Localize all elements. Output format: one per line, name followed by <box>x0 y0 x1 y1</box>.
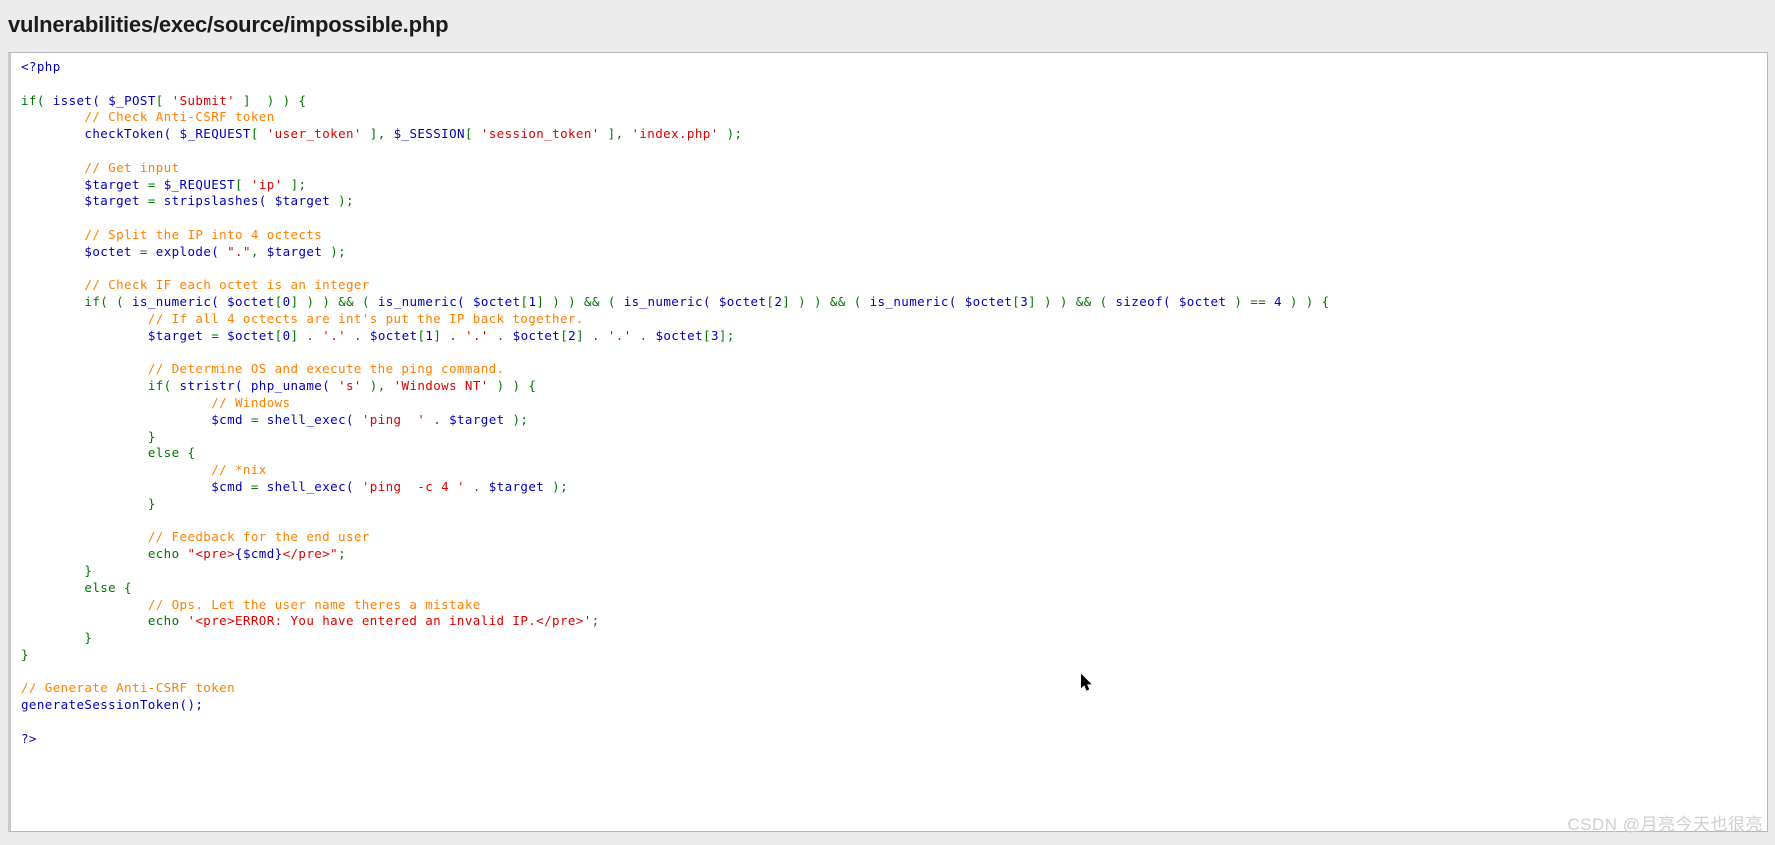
code-line: $octet = explode( ".", $target ); <box>21 244 1767 261</box>
code-line <box>21 664 1767 681</box>
code-line: // Split the IP into 4 octects <box>21 227 1767 244</box>
code-line: // If all 4 octects are int's put the IP… <box>21 311 1767 328</box>
code-line: } <box>21 630 1767 647</box>
code-line <box>21 714 1767 731</box>
code-line: if( stristr( php_uname( 's' ), 'Windows … <box>21 378 1767 395</box>
code-line: $cmd = shell_exec( 'ping -c 4 ' . $targe… <box>21 479 1767 496</box>
code-line: } <box>21 429 1767 446</box>
code-line: $cmd = shell_exec( 'ping ' . $target ); <box>21 412 1767 429</box>
page-title: vulnerabilities/exec/source/impossible.p… <box>0 0 1775 44</box>
code-line: // *nix <box>21 462 1767 479</box>
code-line: echo "<pre>{$cmd}</pre>"; <box>21 546 1767 563</box>
code-line: else { <box>21 580 1767 597</box>
code-line: } <box>21 496 1767 513</box>
source-code-panel: <?php if( isset( $_POST[ 'Submit' ] ) ) … <box>8 52 1768 832</box>
code-line: ?> <box>21 731 1767 748</box>
code-line: } <box>21 647 1767 664</box>
php-source-code: <?php if( isset( $_POST[ 'Submit' ] ) ) … <box>21 59 1767 748</box>
code-line: checkToken( $_REQUEST[ 'user_token' ], $… <box>21 126 1767 143</box>
code-line: // Generate Anti-CSRF token <box>21 680 1767 697</box>
code-line: generateSessionToken(); <box>21 697 1767 714</box>
code-line: // Determine OS and execute the ping com… <box>21 361 1767 378</box>
code-line: // Get input <box>21 160 1767 177</box>
code-line <box>21 210 1767 227</box>
code-line: // Windows <box>21 395 1767 412</box>
code-line: else { <box>21 445 1767 462</box>
code-line <box>21 143 1767 160</box>
code-line: <?php <box>21 59 1767 76</box>
code-line: // Ops. Let the user name theres a mista… <box>21 597 1767 614</box>
code-line <box>21 261 1767 278</box>
code-line: echo '<pre>ERROR: You have entered an in… <box>21 613 1767 630</box>
code-line: } <box>21 563 1767 580</box>
code-scroll-region[interactable]: <?php if( isset( $_POST[ 'Submit' ] ) ) … <box>11 53 1767 831</box>
code-line: $target = $_REQUEST[ 'ip' ]; <box>21 177 1767 194</box>
code-line: // Feedback for the end user <box>21 529 1767 546</box>
code-line: if( ( is_numeric( $octet[0] ) ) && ( is_… <box>21 294 1767 311</box>
code-line <box>21 76 1767 93</box>
code-line <box>21 345 1767 362</box>
code-line: $target = $octet[0] . '.' . $octet[1] . … <box>21 328 1767 345</box>
csdn-watermark: CSDN @月亮今天也很亮 <box>1567 810 1763 835</box>
code-line: // Check IF each octet is an integer <box>21 277 1767 294</box>
code-line: if( isset( $_POST[ 'Submit' ] ) ) { <box>21 93 1767 110</box>
code-line <box>21 513 1767 530</box>
code-line: // Check Anti-CSRF token <box>21 109 1767 126</box>
code-line: $target = stripslashes( $target ); <box>21 193 1767 210</box>
